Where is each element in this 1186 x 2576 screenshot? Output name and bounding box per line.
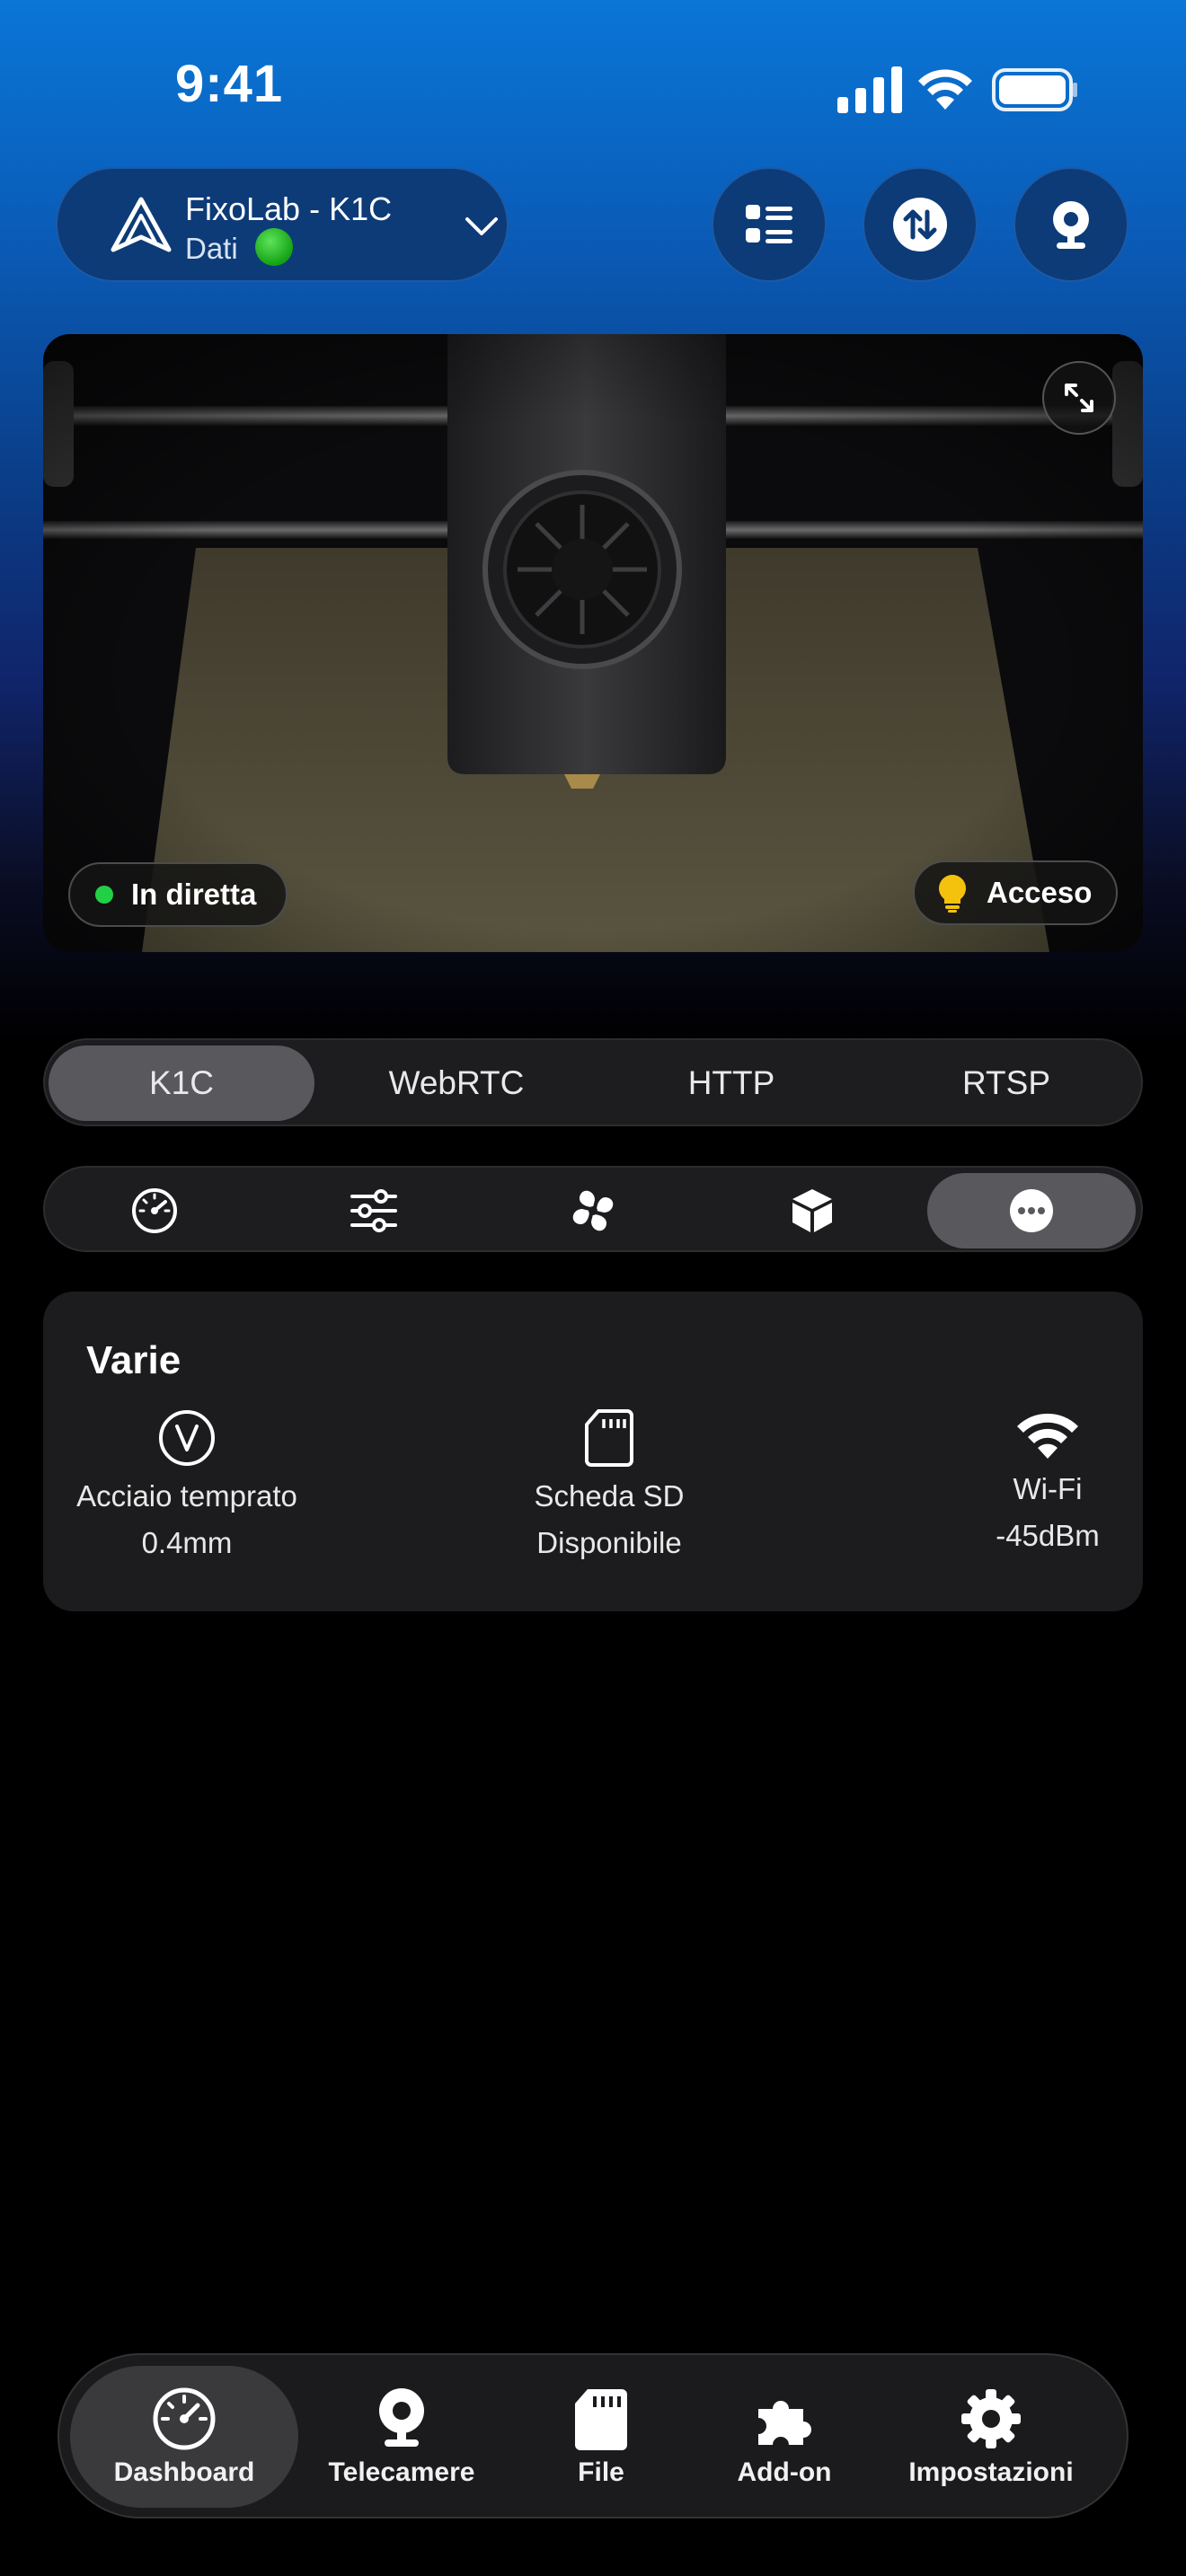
connection-status-dot xyxy=(255,228,293,266)
tab-label-cameras: Telecamere xyxy=(328,2457,475,2487)
wifi-icon xyxy=(1017,1413,1078,1459)
wifi-signal: -45dBm xyxy=(996,1519,1100,1552)
tab-settings[interactable]: Impostazioni xyxy=(877,2366,1105,2508)
tool-tab-fans[interactable] xyxy=(489,1173,697,1248)
nozzle-info: Acciaio temprato 0.4mm xyxy=(61,1408,313,1566)
expand-icon xyxy=(1065,384,1093,412)
lightbulb-icon xyxy=(939,875,966,913)
tab-addons[interactable]: Add-on xyxy=(670,2366,898,2508)
webcam-icon xyxy=(1053,201,1089,249)
tool-selector xyxy=(43,1166,1143,1252)
sliders-icon xyxy=(350,1189,397,1232)
sd-card-label: Scheda SD xyxy=(534,1479,685,1513)
gauge-icon xyxy=(132,1188,177,1233)
tab-bar: Dashboard Telecamere File Add-on Imposta… xyxy=(58,2353,1128,2519)
box-icon xyxy=(792,1189,832,1232)
tool-tab-more[interactable] xyxy=(927,1173,1136,1248)
printer-subtitle: Dati xyxy=(185,232,238,265)
stream-tab-rtsp[interactable]: RTSP xyxy=(873,1045,1139,1121)
stream-tab-webrtc[interactable]: WebRTC xyxy=(323,1045,589,1121)
sd-card-icon xyxy=(575,2389,627,2450)
printer-selector[interactable]: FixoLab - K1C Dati xyxy=(56,167,509,282)
list-icon xyxy=(746,205,792,243)
wifi-label: Wi-Fi xyxy=(1013,1472,1083,1505)
printer-logo-icon xyxy=(111,197,172,252)
nozzle-size: 0.4mm xyxy=(141,1526,233,1559)
list-button[interactable] xyxy=(712,167,827,282)
wifi-status-icon xyxy=(918,69,972,110)
sd-card-info: Scheda SD Disponibile xyxy=(519,1408,699,1566)
stream-tab-http[interactable]: HTTP xyxy=(598,1045,864,1121)
signal-icon xyxy=(837,66,902,113)
sd-card-icon xyxy=(585,1409,633,1467)
transfer-icon xyxy=(893,198,947,251)
transfer-button[interactable] xyxy=(863,167,978,282)
status-time: 9:41 xyxy=(175,55,284,113)
live-label: In diretta xyxy=(131,878,257,911)
tool-tab-dashboard[interactable] xyxy=(50,1173,259,1248)
misc-card: Varie Acciaio temprato 0.4mm Scheda SD D… xyxy=(43,1292,1143,1611)
printer-name: FixoLab - K1C xyxy=(185,190,393,227)
tool-tab-filament[interactable] xyxy=(708,1173,916,1248)
battery-icon xyxy=(992,68,1077,111)
gear-icon xyxy=(961,2389,1021,2448)
stream-selector: K1C WebRTC HTTP RTSP xyxy=(43,1038,1143,1126)
more-icon xyxy=(1010,1189,1053,1232)
tool-tab-controls[interactable] xyxy=(270,1173,478,1248)
tab-label-dashboard: Dashboard xyxy=(113,2457,255,2487)
expand-button[interactable] xyxy=(1042,361,1116,435)
printer-camera-image xyxy=(43,334,1143,952)
live-indicator: In diretta xyxy=(68,862,288,927)
tab-label-addons: Add-on xyxy=(737,2457,832,2487)
tab-label-settings: Impostazioni xyxy=(908,2457,1074,2487)
webcam-icon xyxy=(379,2388,424,2447)
tab-dashboard[interactable]: Dashboard xyxy=(70,2366,298,2508)
stream-tab-k1c[interactable]: K1C xyxy=(49,1045,314,1121)
puzzle-icon xyxy=(758,2400,811,2445)
sd-card-status: Disponibile xyxy=(536,1526,682,1559)
tab-label-files: File xyxy=(578,2457,624,2487)
camera-feed[interactable]: In diretta Acceso xyxy=(43,334,1143,952)
status-icons xyxy=(837,66,1077,113)
live-dot xyxy=(95,886,113,904)
v-circle-icon xyxy=(159,1410,215,1466)
tab-cameras[interactable]: Telecamere xyxy=(288,2366,516,2508)
light-label: Acceso xyxy=(987,876,1093,909)
card-title: Varie xyxy=(86,1338,181,1382)
chevron-down-icon xyxy=(465,217,498,235)
fan-icon xyxy=(572,1190,614,1231)
dashboard-icon xyxy=(153,2387,216,2450)
wifi-info: Wi-Fi -45dBm xyxy=(969,1408,1127,1559)
light-toggle[interactable]: Acceso xyxy=(913,860,1118,925)
webcam-button[interactable] xyxy=(1013,167,1128,282)
nozzle-material: Acciaio temprato xyxy=(76,1479,297,1513)
